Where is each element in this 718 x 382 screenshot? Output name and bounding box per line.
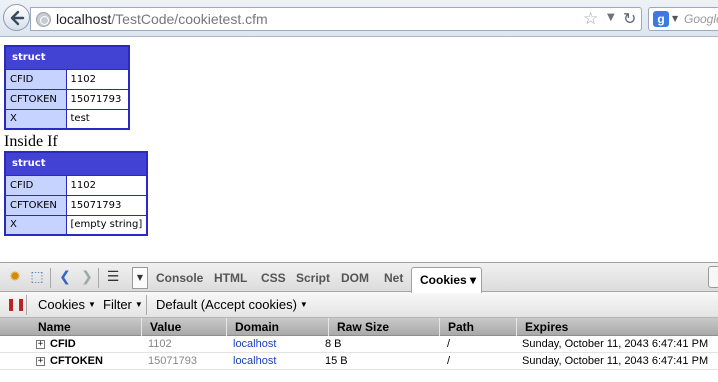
break-on-cookie-icon[interactable]: ❚❚ xyxy=(6,297,26,312)
dump-row: CFTOKEN 15071793 xyxy=(4,194,148,216)
dump-row: X test xyxy=(4,108,130,130)
browser-toolbar: localhost/TestCode/cookietest.cfm ☆ ▼ ↻ … xyxy=(0,0,718,37)
back-nav-icon[interactable]: ❮ xyxy=(56,268,74,286)
cookie-name: CFID xyxy=(50,338,76,350)
expand-plus-icon[interactable]: + xyxy=(36,340,45,349)
col-path[interactable]: Path xyxy=(439,318,474,336)
cookie-path: / xyxy=(447,338,451,350)
dump-value: 1102 xyxy=(65,68,130,90)
separator xyxy=(98,268,99,288)
dump-key[interactable]: CFID xyxy=(4,68,67,90)
history-dropdown-icon[interactable]: ▼ xyxy=(607,12,615,23)
cookie-expires: Sunday, October 11, 2043 6:47:41 PM xyxy=(522,338,709,350)
search-bar[interactable]: g ▼ Google xyxy=(648,7,718,31)
default-cookies-menu[interactable]: Default (Accept cookies) ▼ xyxy=(156,297,308,312)
menu-list-icon[interactable]: ☰ xyxy=(104,268,122,286)
dump-value: 15071793 xyxy=(65,194,148,216)
dump-key[interactable]: CFTOKEN xyxy=(4,88,67,110)
back-button[interactable] xyxy=(3,4,30,31)
cookie-path: / xyxy=(447,355,451,367)
cookie-domain: localhost xyxy=(233,355,277,367)
tab-css[interactable]: CSS xyxy=(261,271,286,285)
cookie-raw-size: 8 B xyxy=(325,338,342,350)
dump-key[interactable]: CFID xyxy=(4,174,67,196)
cookies-table-header: Name Value Domain Raw Size Path Expires xyxy=(0,318,718,336)
dump-key[interactable]: X xyxy=(4,214,67,236)
dump-row: X [empty string] xyxy=(4,214,148,236)
back-arrow-icon xyxy=(10,10,25,26)
dump-key[interactable]: X xyxy=(4,108,67,130)
cookies-menu-label: Cookies xyxy=(38,297,85,312)
google-icon[interactable]: g xyxy=(653,11,669,27)
separator xyxy=(146,295,147,315)
search-engine-dropdown-icon[interactable]: ▼ xyxy=(672,14,678,23)
globe-icon xyxy=(36,12,51,27)
struct-dump-1: struct CFID 1102 CFTOKEN 15071793 X test xyxy=(4,45,130,130)
tab-script[interactable]: Script xyxy=(296,271,330,285)
expand-plus-icon[interactable]: + xyxy=(36,357,45,366)
dump-header[interactable]: struct xyxy=(4,151,148,176)
cookie-domain: localhost xyxy=(233,338,277,350)
col-name[interactable]: Name xyxy=(30,318,71,336)
bookmark-star-icon[interactable]: ☆ xyxy=(583,9,598,29)
cookie-name: CFTOKEN xyxy=(50,355,103,367)
url-host: localhost xyxy=(56,11,112,27)
forward-nav-icon[interactable]: ❯ xyxy=(78,268,96,286)
search-placeholder: Google xyxy=(684,12,718,26)
inspect-icon[interactable]: ⬚ xyxy=(28,268,46,286)
panel-options-button[interactable] xyxy=(708,266,718,288)
cookie-raw-size: 15 B xyxy=(325,355,348,367)
cookies-toolbar: ❚❚ Cookies ▼ Filter ▼ Default (Accept cook… xyxy=(0,292,718,318)
cookies-menu[interactable]: Cookies ▼ xyxy=(38,297,96,312)
firebug-tab-bar: ✹ ⬚ ❮ ❯ ☰ ▼ Console HTML CSS Script DOM … xyxy=(0,262,718,292)
caret-down-icon: ▼ xyxy=(299,300,308,309)
tab-html[interactable]: HTML xyxy=(214,271,247,285)
tab-dom[interactable]: DOM xyxy=(341,271,369,285)
dump-row: CFTOKEN 15071793 xyxy=(4,88,130,110)
cookies-table-filler xyxy=(0,370,718,382)
cookie-expires: Sunday, October 11, 2043 6:47:41 PM xyxy=(522,355,709,367)
tab-cookies-label: Cookies ▾ xyxy=(420,273,477,287)
firebug-icon[interactable]: ✹ xyxy=(6,268,24,286)
filter-menu-label: Filter xyxy=(103,297,132,312)
dump-header[interactable]: struct xyxy=(4,45,130,70)
dump-row: CFID 1102 xyxy=(4,68,130,90)
tab-net[interactable]: Net xyxy=(384,271,403,285)
cookie-value: 15071793 xyxy=(148,355,197,367)
table-row[interactable]: + CFTOKEN 15071793 localhost 15 B / Sund… xyxy=(0,353,718,370)
dump-value: [empty string] xyxy=(65,214,148,236)
col-value[interactable]: Value xyxy=(141,318,181,336)
reload-icon[interactable]: ↻ xyxy=(623,9,636,28)
separator xyxy=(26,295,27,315)
dump-value: test xyxy=(65,108,130,130)
dump-value: 1102 xyxy=(65,174,148,196)
inside-if-text: Inside If xyxy=(4,133,58,150)
dump-row: CFID 1102 xyxy=(4,174,148,196)
struct-dump-2: struct CFID 1102 CFTOKEN 15071793 X [emp… xyxy=(4,151,149,236)
tab-cookies[interactable]: Cookies ▾ xyxy=(411,267,482,293)
caret-down-icon: ▼ xyxy=(87,300,96,309)
col-domain[interactable]: Domain xyxy=(226,318,279,336)
url-bar[interactable]: localhost/TestCode/cookietest.cfm ☆ ▼ ↻ xyxy=(30,7,642,31)
caret-down-icon: ▼ xyxy=(134,300,143,309)
panel-dropdown-icon[interactable]: ▼ xyxy=(132,267,148,289)
dump-key[interactable]: CFTOKEN xyxy=(4,194,67,216)
separator xyxy=(50,268,51,288)
col-expires[interactable]: Expires xyxy=(516,318,568,336)
table-row[interactable]: + CFID 1102 localhost 8 B / Sunday, Octo… xyxy=(0,336,718,353)
tab-console[interactable]: Console xyxy=(156,271,203,285)
url-text[interactable]: localhost/TestCode/cookietest.cfm xyxy=(56,11,268,27)
url-path: /TestCode/cookietest.cfm xyxy=(111,11,268,27)
filter-menu[interactable]: Filter ▼ xyxy=(103,297,143,312)
col-raw-size[interactable]: Raw Size xyxy=(328,318,389,336)
default-menu-label: Default (Accept cookies) xyxy=(156,297,297,312)
dump-value: 15071793 xyxy=(65,88,130,110)
cookie-value: 1102 xyxy=(148,338,172,350)
